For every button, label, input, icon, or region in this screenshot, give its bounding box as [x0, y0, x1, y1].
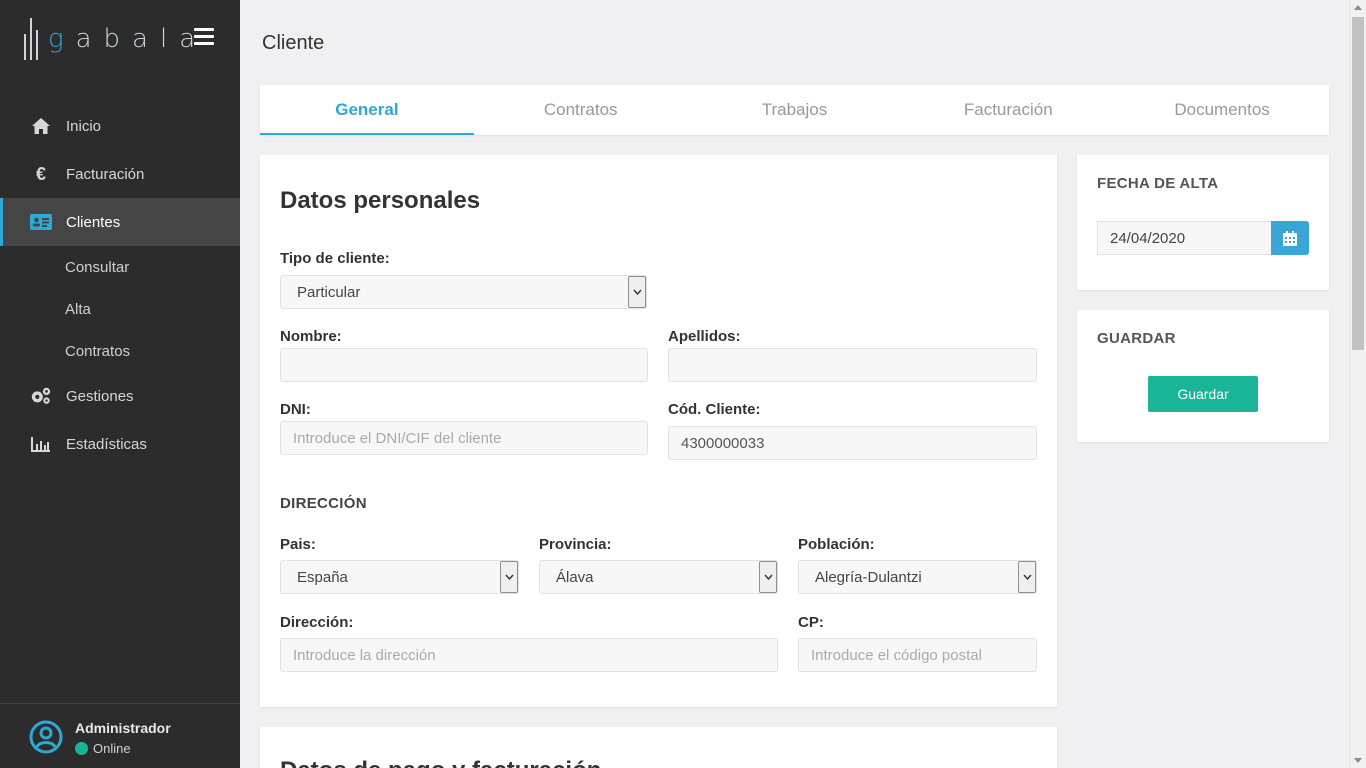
- cp-label: CP:: [798, 614, 824, 631]
- poblacion-select[interactable]: Alegría-Dulantzi: [798, 560, 1037, 594]
- tipo-cliente-value: Particular: [297, 283, 361, 301]
- chevron-down-icon: [1018, 561, 1036, 593]
- online-dot-icon: [75, 742, 88, 755]
- pais-label: Pais:: [280, 536, 316, 553]
- apellidos-field[interactable]: [668, 348, 1037, 382]
- guardar-card: GUARDAR Guardar: [1077, 310, 1329, 442]
- cod-cliente-label: Cód. Cliente:: [668, 401, 761, 418]
- tab-documentos[interactable]: Documentos: [1115, 85, 1329, 135]
- euro-icon: €: [35, 163, 46, 184]
- sidebar-item-label: Gestiones: [66, 387, 134, 405]
- poblacion-label: Población:: [798, 536, 875, 553]
- sidebar-item-label: Estadísticas: [66, 435, 147, 453]
- cp-field[interactable]: Introduce el código postal: [798, 638, 1037, 672]
- fecha-alta-title: FECHA DE ALTA: [1097, 175, 1219, 192]
- chevron-down-icon: [500, 561, 518, 593]
- save-button[interactable]: Guardar: [1148, 376, 1258, 412]
- page-title: Cliente: [262, 32, 325, 54]
- logo-text: abala: [75, 24, 208, 54]
- tab-general[interactable]: General: [260, 85, 474, 135]
- gabala-logo[interactable]: gabala: [24, 16, 207, 62]
- sidebar-item-label: Inicio: [66, 117, 102, 135]
- gears-icon: [30, 386, 52, 406]
- sidebar-subitem-contratos[interactable]: Contratos: [0, 330, 240, 372]
- calendar-icon: [1283, 230, 1297, 246]
- sidebar-item-inicio[interactable]: Inicio: [0, 102, 240, 150]
- fecha-alta-input[interactable]: 24/04/2020: [1097, 221, 1272, 255]
- user-avatar-icon: [29, 720, 63, 754]
- nombre-label: Nombre:: [280, 328, 342, 345]
- sidebar-nav: Inicio € Facturación Clientes Consultar …: [0, 102, 240, 468]
- scroll-up-icon[interactable]: [1354, 5, 1362, 10]
- sidebar-item-estadisticas[interactable]: Estadísticas: [0, 420, 240, 468]
- provincia-label: Provincia:: [539, 536, 612, 553]
- sidebar-item-clientes[interactable]: Clientes: [0, 198, 240, 246]
- user-name: Administrador: [75, 720, 171, 736]
- logo-g: g: [48, 24, 76, 54]
- chevron-down-icon: [759, 561, 777, 593]
- home-icon: [30, 117, 52, 135]
- pais-select[interactable]: España: [280, 560, 519, 594]
- poblacion-value: Alegría-Dulantzi: [815, 568, 922, 586]
- hamburger-menu-icon[interactable]: [194, 28, 214, 45]
- calendar-button[interactable]: [1271, 221, 1309, 255]
- user-status: Online: [75, 741, 131, 756]
- dni-field[interactable]: Introduce el DNI/CIF del cliente: [280, 421, 648, 455]
- user-status-text: Online: [93, 741, 131, 756]
- tab-bar: General Contratos Trabajos Facturación D…: [260, 85, 1329, 135]
- direccion-field[interactable]: Introduce la dirección: [280, 638, 778, 672]
- scrollbar[interactable]: [1349, 0, 1366, 768]
- direccion-section-title: DIRECCIÓN: [280, 495, 367, 512]
- sidebar-subitem-consultar[interactable]: Consultar: [0, 246, 240, 288]
- provincia-value: Álava: [556, 568, 594, 586]
- tab-contratos[interactable]: Contratos: [474, 85, 688, 135]
- nombre-field[interactable]: [280, 348, 648, 382]
- sidebar-item-label: Clientes: [66, 213, 121, 231]
- guardar-title: GUARDAR: [1097, 330, 1176, 347]
- next-section-title: Datos de pago y facturación: [280, 757, 601, 768]
- sidebar-item-facturacion[interactable]: € Facturación: [0, 150, 240, 198]
- id-card-icon: [30, 214, 52, 230]
- direccion-label: Dirección:: [280, 614, 354, 631]
- section-title: Datos personales: [280, 187, 481, 214]
- pais-value: España: [297, 568, 348, 586]
- sidebar: gabala Inicio € Facturación Clientes Con…: [0, 0, 240, 768]
- cod-cliente-field[interactable]: 4300000033: [668, 426, 1037, 460]
- user-panel[interactable]: Administrador Online: [0, 703, 240, 768]
- chevron-down-icon: [628, 276, 646, 308]
- provincia-select[interactable]: Álava: [539, 560, 778, 594]
- datos-pago-card: Datos de pago y facturación: [260, 727, 1057, 768]
- tipo-cliente-select[interactable]: Particular: [280, 275, 647, 309]
- datos-personales-card: Datos personales Tipo de cliente: Partic…: [260, 155, 1057, 707]
- scroll-down-icon[interactable]: [1354, 758, 1362, 763]
- tipo-cliente-label: Tipo de cliente:: [280, 250, 390, 267]
- tab-facturacion[interactable]: Facturación: [901, 85, 1115, 135]
- tab-trabajos[interactable]: Trabajos: [688, 85, 902, 135]
- fecha-alta-card: FECHA DE ALTA 24/04/2020: [1077, 155, 1329, 290]
- dni-label: DNI:: [280, 401, 311, 418]
- sidebar-subitem-alta[interactable]: Alta: [0, 288, 240, 330]
- sidebar-item-gestiones[interactable]: Gestiones: [0, 372, 240, 420]
- sidebar-item-label: Facturación: [66, 165, 145, 183]
- apellidos-label: Apellidos:: [668, 328, 741, 345]
- bar-chart-icon: [30, 436, 52, 452]
- logo-bars-icon: [24, 18, 38, 60]
- scrollbar-thumb[interactable]: [1352, 17, 1364, 350]
